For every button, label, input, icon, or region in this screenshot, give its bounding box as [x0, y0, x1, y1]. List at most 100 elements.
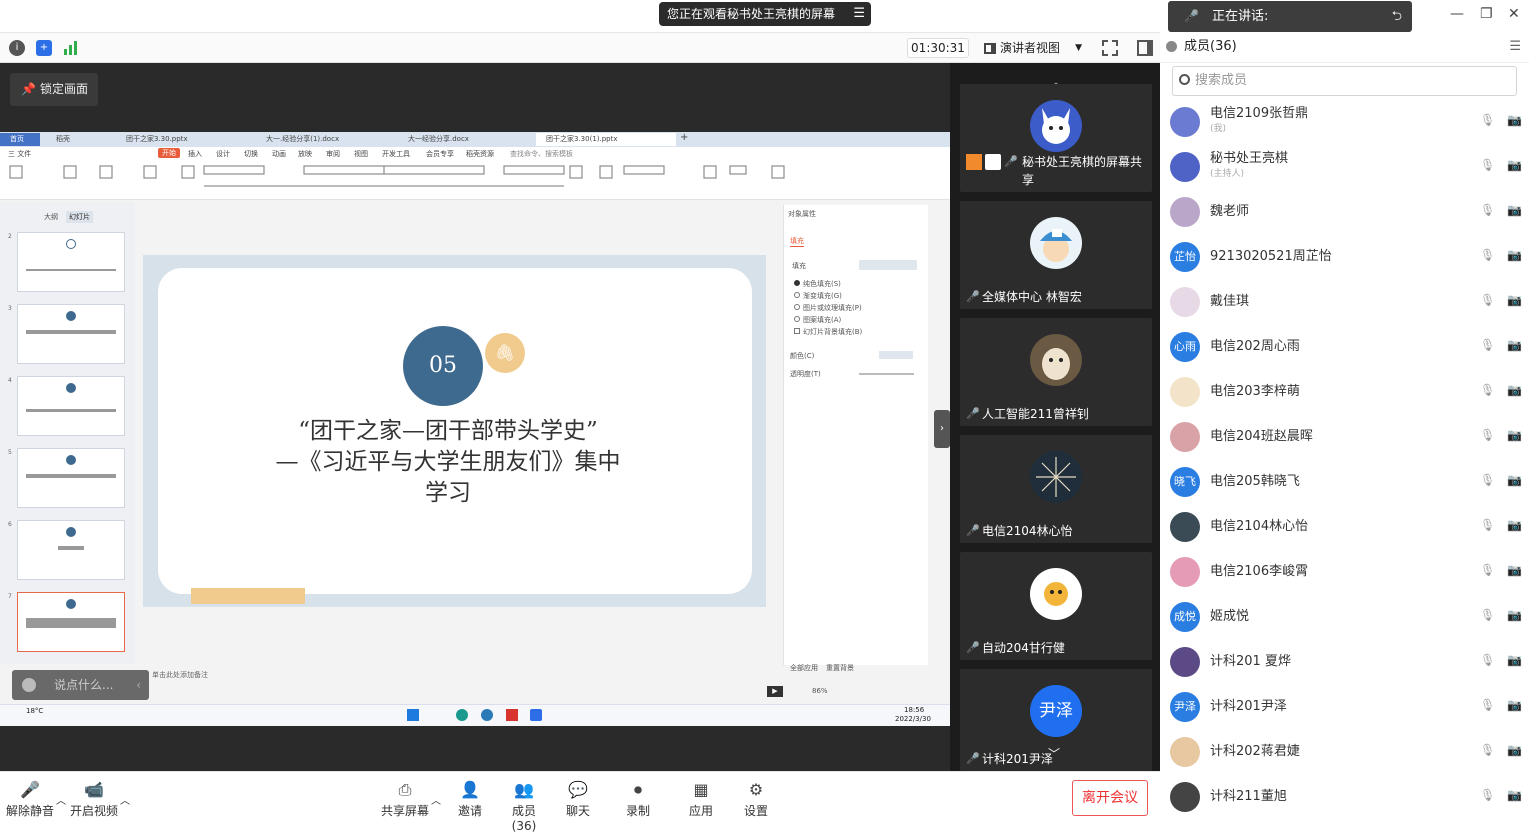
member-row[interactable]: 电信2104林心怡 🎙 📷: [1160, 504, 1529, 549]
tab-file-active[interactable]: 团干之家3.30(1).pptx: [536, 133, 676, 146]
menu-start[interactable]: 开始: [158, 148, 180, 158]
share-screen-button[interactable]: ⎙ 共享屏幕: [381, 772, 429, 822]
mic-muted-icon[interactable]: 🎙: [1480, 158, 1495, 176]
mic-muted-icon[interactable]: 🎙: [1480, 473, 1495, 491]
chevron-up-icon[interactable]: ︿: [120, 792, 130, 807]
menu-search[interactable]: 查找命令、搜索模板: [510, 149, 573, 159]
menu-slideshow[interactable]: 放映: [298, 149, 312, 159]
fill-option[interactable]: 幻灯片背景填充(B): [794, 327, 862, 337]
fill-option[interactable]: 渐变填充(G): [794, 291, 842, 301]
tab-file-1[interactable]: 团干之家3.30.pptx: [116, 133, 248, 146]
mic-muted-icon[interactable]: 🎙: [1480, 293, 1495, 311]
color-picker[interactable]: [879, 351, 913, 359]
reset-background-button[interactable]: 重置背景: [826, 663, 854, 673]
mic-muted-icon[interactable]: 🎙: [1480, 428, 1495, 446]
leave-meeting-button[interactable]: 离开会议: [1072, 780, 1148, 816]
apps-button[interactable]: ▦ 应用: [685, 772, 717, 822]
menu-member[interactable]: 会员专享: [426, 149, 454, 159]
menu-file[interactable]: 三 文件: [8, 149, 31, 159]
collapse-panel-button[interactable]: ›: [934, 410, 950, 448]
tab-file-2[interactable]: 大一.经验分享(1).docx: [256, 133, 390, 146]
chevron-down-icon[interactable]: ﹀: [1048, 745, 1060, 762]
menu-review[interactable]: 审阅: [326, 149, 340, 159]
member-row[interactable]: 电信204班赵晨晖 🎙 📷: [1160, 414, 1529, 459]
member-row[interactable]: 计科211董旭 🎙 📷: [1160, 774, 1529, 819]
mic-muted-icon[interactable]: 🎙: [1480, 563, 1495, 581]
slide-thumbnail[interactable]: 5: [8, 448, 125, 508]
member-row[interactable]: 魏老师 🎙 📷: [1160, 189, 1529, 234]
camera-off-icon[interactable]: 📷: [1507, 428, 1525, 446]
video-tile[interactable]: 🎤 人工智能211曾祥钊: [960, 318, 1152, 426]
camera-off-icon[interactable]: 📷: [1507, 248, 1525, 266]
camera-off-icon[interactable]: 📷: [1507, 473, 1525, 491]
member-row[interactable]: 晓飞 电信205韩晓飞 🎙 📷: [1160, 459, 1529, 504]
members-button[interactable]: 👥 成员(36): [502, 772, 546, 833]
menu-animation[interactable]: 动画: [272, 149, 286, 159]
slide-thumbnail-active[interactable]: 7: [8, 592, 125, 652]
fill-option[interactable]: 图案填充(A): [794, 315, 841, 325]
menu-design[interactable]: 设计: [216, 149, 230, 159]
slide[interactable]: 05 🖇 “团干之家—团干部带头学史” —《习近平与大学生朋友们》集中 学习: [158, 268, 752, 604]
mic-muted-icon[interactable]: 🎙: [1480, 248, 1495, 266]
restore-icon[interactable]: ❐: [1480, 6, 1493, 22]
wps-icon[interactable]: [506, 709, 518, 721]
member-row[interactable]: 电信2109张哲鼎 (我) 🎙 📷: [1160, 99, 1529, 144]
menu-transition[interactable]: 切换: [244, 149, 258, 159]
fill-option[interactable]: 图片或纹理填充(P): [794, 303, 862, 313]
edge-icon[interactable]: [456, 709, 468, 721]
slide-thumbnail[interactable]: 4: [8, 376, 125, 436]
video-tile[interactable]: 🎤 自动204甘行健: [960, 552, 1152, 660]
chevron-up-icon[interactable]: ︿: [431, 792, 441, 807]
props-tab-fill[interactable]: 填充: [790, 236, 804, 247]
member-row[interactable]: 芷怡 9213020521周芷怡 🎙 📷: [1160, 234, 1529, 279]
mic-muted-icon[interactable]: 🎙: [1480, 338, 1495, 356]
member-row[interactable]: 尹泽 计科201尹泽 🎙 📷: [1160, 684, 1529, 729]
notes-placeholder[interactable]: 单击此处添加备注: [152, 670, 208, 680]
menu-view[interactable]: 视图: [354, 149, 368, 159]
mic-muted-icon[interactable]: 🎙: [1480, 698, 1495, 716]
record-button[interactable]: ⏺ 录制: [622, 772, 654, 822]
member-search-input[interactable]: 搜索成员: [1172, 66, 1517, 96]
video-tile[interactable]: 🎤 秘书处王亮棋的屏幕共享: [960, 84, 1152, 192]
app-icon[interactable]: [481, 709, 493, 721]
mic-muted-icon[interactable]: 🎙: [1480, 653, 1495, 671]
menu-icon[interactable]: ☰: [1509, 33, 1521, 61]
member-row[interactable]: 戴佳琪 🎙 📷: [1160, 279, 1529, 324]
member-row[interactable]: 秘书处王亮棋 (主持人) 🎙 📷: [1160, 144, 1529, 189]
slide-title[interactable]: “团干之家—团干部带头学史” —《习近平与大学生朋友们》集中 学习: [248, 416, 648, 509]
apply-all-button[interactable]: 全部应用: [790, 663, 818, 673]
menu-daoke[interactable]: 稻壳资源: [466, 149, 494, 159]
chat-input-bubble[interactable]: 说点什么... ‹: [12, 670, 149, 700]
security-shield-icon[interactable]: +: [36, 40, 52, 56]
chevron-up-icon[interactable]: ︿: [56, 792, 66, 807]
mic-muted-icon[interactable]: 🎙: [1480, 608, 1495, 626]
collapse-arrow-icon[interactable]: ⮌: [1392, 1, 1402, 32]
camera-off-icon[interactable]: 📷: [1507, 293, 1525, 311]
mic-muted-icon[interactable]: 🎙: [1480, 743, 1495, 761]
camera-off-icon[interactable]: 📷: [1507, 608, 1525, 626]
invite-button[interactable]: 👤 邀请: [452, 772, 488, 822]
sidebar-toggle-icon[interactable]: [1137, 40, 1153, 56]
zoom-level[interactable]: 86%: [812, 687, 828, 695]
fill-color-dropdown[interactable]: [859, 260, 917, 270]
list-icon[interactable]: ☰: [853, 2, 865, 26]
camera-off-icon[interactable]: 📷: [1507, 743, 1525, 761]
sharing-banner[interactable]: 您正在观看秘书处王亮棋的屏幕 ☰: [659, 2, 871, 26]
member-row[interactable]: 心雨 电信202周心雨 🎙 📷: [1160, 324, 1529, 369]
minimize-icon[interactable]: —: [1450, 6, 1464, 22]
meeting-app-icon[interactable]: [530, 709, 542, 721]
mic-muted-icon[interactable]: 🎙: [1480, 113, 1495, 131]
fullscreen-icon[interactable]: [1102, 40, 1118, 56]
member-row[interactable]: 计科201 夏烨 🎙 📷: [1160, 639, 1529, 684]
tab-home[interactable]: 首页: [0, 133, 40, 146]
mic-muted-icon[interactable]: 🎙: [1480, 203, 1495, 221]
camera-off-icon[interactable]: 📷: [1507, 113, 1525, 131]
slide-canvas[interactable]: 05 🖇 “团干之家—团干部带头学史” —《习近平与大学生朋友们》集中 学习: [143, 255, 766, 607]
unmute-button[interactable]: 🎤 解除静音: [6, 772, 54, 822]
camera-off-icon[interactable]: 📷: [1507, 338, 1525, 356]
camera-off-icon[interactable]: 📷: [1507, 158, 1525, 176]
slide-thumbnail[interactable]: 2: [8, 232, 125, 292]
member-row[interactable]: 电信203李梓萌 🎙 📷: [1160, 369, 1529, 414]
camera-off-icon[interactable]: 📷: [1507, 698, 1525, 716]
tab-file-3[interactable]: 大一经验分享.docx: [398, 133, 528, 146]
